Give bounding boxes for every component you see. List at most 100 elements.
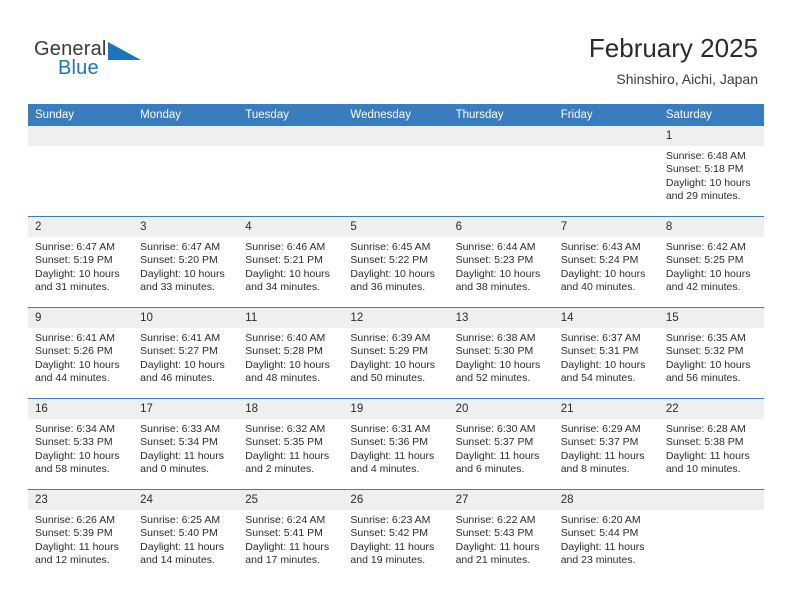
logo-text-blue: Blue — [58, 57, 99, 79]
page-title: February 2025 — [588, 33, 758, 63]
calendar-day-cell: 27 Sunrise: 6:22 AM Sunset: 5:43 PM Dayl… — [448, 489, 554, 580]
day-info: Sunrise: 6:20 AM Sunset: 5:44 PM Dayligh… — [554, 510, 659, 568]
sunrise-sunset-calendar: Sunday Monday Tuesday Wednesday Thursday… — [28, 104, 764, 580]
weekday-header-saturday: Saturday — [658, 104, 764, 126]
day-number: 12 — [343, 308, 449, 328]
calendar-day-cell — [658, 489, 764, 580]
sunset-text: Sunset: 5:39 PM — [35, 527, 113, 540]
daylight-text: Daylight: 11 hours and 8 minutes. — [560, 449, 645, 476]
sunrise-text: Sunrise: 6:39 AM — [350, 332, 431, 344]
sunset-text: Sunset: 5:28 PM — [245, 345, 323, 358]
daylight-text: Daylight: 11 hours and 10 minutes. — [665, 449, 750, 476]
sunrise-text: Sunrise: 6:47 AM — [35, 241, 115, 253]
sunrise-text: Sunrise: 6:41 AM — [140, 332, 221, 344]
sunrise-text: Sunrise: 6:45 AM — [350, 241, 431, 253]
daylight-text: Daylight: 10 hours and 40 minutes. — [560, 267, 646, 294]
weekday-header-friday: Friday — [553, 104, 659, 126]
day-number: 17 — [133, 399, 239, 419]
day-number: 16 — [28, 399, 134, 419]
sunrise-text: Sunrise: 6:37 AM — [560, 332, 641, 344]
day-info: Sunrise: 6:37 AM Sunset: 5:31 PM Dayligh… — [554, 328, 659, 386]
daylight-text: Daylight: 10 hours and 46 minutes. — [140, 358, 225, 385]
day-number: 3 — [133, 217, 239, 237]
calendar-day-cell: 2 Sunrise: 6:47 AM Sunset: 5:19 PM Dayli… — [28, 216, 134, 308]
day-number: 26 — [343, 490, 449, 510]
calendar-body: 1 Sunrise: 6:48 AM Sunset: 5:18 PM Dayli… — [28, 126, 764, 580]
day-number — [658, 490, 764, 510]
day-info: Sunrise: 6:23 AM Sunset: 5:42 PM Dayligh… — [343, 510, 448, 568]
sunset-text: Sunset: 5:36 PM — [350, 436, 429, 449]
sunset-text: Sunset: 5:40 PM — [140, 527, 218, 540]
sunrise-text: Sunrise: 6:24 AM — [245, 514, 326, 526]
calendar-day-cell: 8 Sunrise: 6:42 AM Sunset: 5:25 PM Dayli… — [658, 216, 764, 308]
sunset-text: Sunset: 5:24 PM — [560, 254, 639, 267]
day-number — [133, 126, 239, 146]
sunrise-text: Sunrise: 6:34 AM — [35, 423, 115, 435]
daylight-text: Daylight: 10 hours and 58 minutes. — [35, 449, 120, 476]
sunrise-text: Sunrise: 6:46 AM — [245, 241, 326, 253]
calendar-day-cell: 20 Sunrise: 6:30 AM Sunset: 5:37 PM Dayl… — [448, 398, 554, 490]
daylight-text: Daylight: 11 hours and 0 minutes. — [140, 449, 224, 476]
calendar-week-row: 16 Sunrise: 6:34 AM Sunset: 5:33 PM Dayl… — [28, 398, 764, 490]
calendar-day-cell: 21 Sunrise: 6:29 AM Sunset: 5:37 PM Dayl… — [553, 398, 659, 490]
calendar-day-cell: 12 Sunrise: 6:39 AM Sunset: 5:29 PM Dayl… — [343, 307, 449, 399]
day-number — [28, 126, 134, 146]
title-block: February 2025 Shinshiro, Aichi, Japan — [589, 32, 758, 89]
calendar-day-cell: 5 Sunrise: 6:45 AM Sunset: 5:22 PM Dayli… — [343, 216, 449, 308]
weekday-header-sunday: Sunday — [28, 104, 134, 126]
weekday-header-wednesday: Wednesday — [343, 104, 449, 126]
daylight-text: Daylight: 11 hours and 14 minutes. — [140, 540, 224, 567]
daylight-text: Daylight: 10 hours and 29 minutes. — [665, 176, 751, 203]
sunset-text: Sunset: 5:44 PM — [560, 527, 639, 540]
day-number — [343, 126, 449, 146]
calendar-day-cell: 3 Sunrise: 6:47 AM Sunset: 5:20 PM Dayli… — [133, 216, 239, 308]
weekday-header-row: Sunday Monday Tuesday Wednesday Thursday… — [28, 104, 764, 126]
page-header: General Blue February 2025 Shinshiro, Ai… — [0, 0, 792, 100]
calendar-day-cell — [553, 126, 659, 217]
calendar-day-cell — [28, 126, 134, 217]
sunset-text: Sunset: 5:35 PM — [245, 436, 323, 449]
calendar-day-cell — [343, 126, 449, 217]
weekday-header-monday: Monday — [133, 104, 239, 126]
day-number: 20 — [448, 399, 554, 419]
calendar-day-cell: 15 Sunrise: 6:35 AM Sunset: 5:32 PM Dayl… — [658, 307, 764, 399]
sunrise-text: Sunrise: 6:29 AM — [560, 423, 641, 435]
calendar-day-cell: 13 Sunrise: 6:38 AM Sunset: 5:30 PM Dayl… — [448, 307, 554, 399]
day-number: 8 — [658, 217, 764, 237]
day-info: Sunrise: 6:32 AM Sunset: 5:35 PM Dayligh… — [238, 419, 343, 477]
day-info: Sunrise: 6:35 AM Sunset: 5:32 PM Dayligh… — [659, 328, 764, 386]
daylight-text: Daylight: 10 hours and 44 minutes. — [35, 358, 120, 385]
sunrise-text: Sunrise: 6:35 AM — [665, 332, 746, 344]
calendar-day-cell: 9 Sunrise: 6:41 AM Sunset: 5:26 PM Dayli… — [28, 307, 134, 399]
sunrise-text: Sunrise: 6:48 AM — [665, 150, 746, 162]
calendar-day-cell: 6 Sunrise: 6:44 AM Sunset: 5:23 PM Dayli… — [448, 216, 554, 308]
weekday-header-thursday: Thursday — [448, 104, 554, 126]
day-number — [448, 126, 554, 146]
calendar-day-cell — [448, 126, 554, 217]
daylight-text: Daylight: 11 hours and 4 minutes. — [350, 449, 435, 476]
sunrise-text: Sunrise: 6:43 AM — [560, 241, 641, 253]
daylight-text: Daylight: 10 hours and 36 minutes. — [350, 267, 436, 294]
sunrise-text: Sunrise: 6:47 AM — [140, 241, 221, 253]
sunrise-text: Sunrise: 6:40 AM — [245, 332, 326, 344]
day-info: Sunrise: 6:43 AM Sunset: 5:24 PM Dayligh… — [554, 237, 659, 295]
location-subtitle: Shinshiro, Aichi, Japan — [616, 71, 758, 87]
day-info: Sunrise: 6:33 AM Sunset: 5:34 PM Dayligh… — [133, 419, 238, 477]
day-info: Sunrise: 6:38 AM Sunset: 5:30 PM Dayligh… — [449, 328, 554, 386]
sunset-text: Sunset: 5:38 PM — [665, 436, 744, 449]
day-number: 5 — [343, 217, 449, 237]
calendar-day-cell: 11 Sunrise: 6:40 AM Sunset: 5:28 PM Dayl… — [238, 307, 344, 399]
day-info: Sunrise: 6:41 AM Sunset: 5:27 PM Dayligh… — [133, 328, 238, 386]
sunrise-text: Sunrise: 6:32 AM — [245, 423, 326, 435]
calendar-page: General Blue February 2025 Shinshiro, Ai… — [0, 0, 792, 612]
daylight-text: Daylight: 10 hours and 42 minutes. — [665, 267, 751, 294]
day-number: 14 — [553, 308, 659, 328]
day-number: 24 — [133, 490, 239, 510]
sunrise-text: Sunrise: 6:38 AM — [455, 332, 536, 344]
daylight-text: Daylight: 10 hours and 52 minutes. — [455, 358, 541, 385]
day-info: Sunrise: 6:34 AM Sunset: 5:33 PM Dayligh… — [28, 419, 133, 477]
sunset-text: Sunset: 5:20 PM — [140, 254, 218, 267]
sunrise-text: Sunrise: 6:20 AM — [560, 514, 641, 526]
day-number: 25 — [238, 490, 344, 510]
general-blue-logo[interactable]: General Blue — [34, 38, 254, 86]
